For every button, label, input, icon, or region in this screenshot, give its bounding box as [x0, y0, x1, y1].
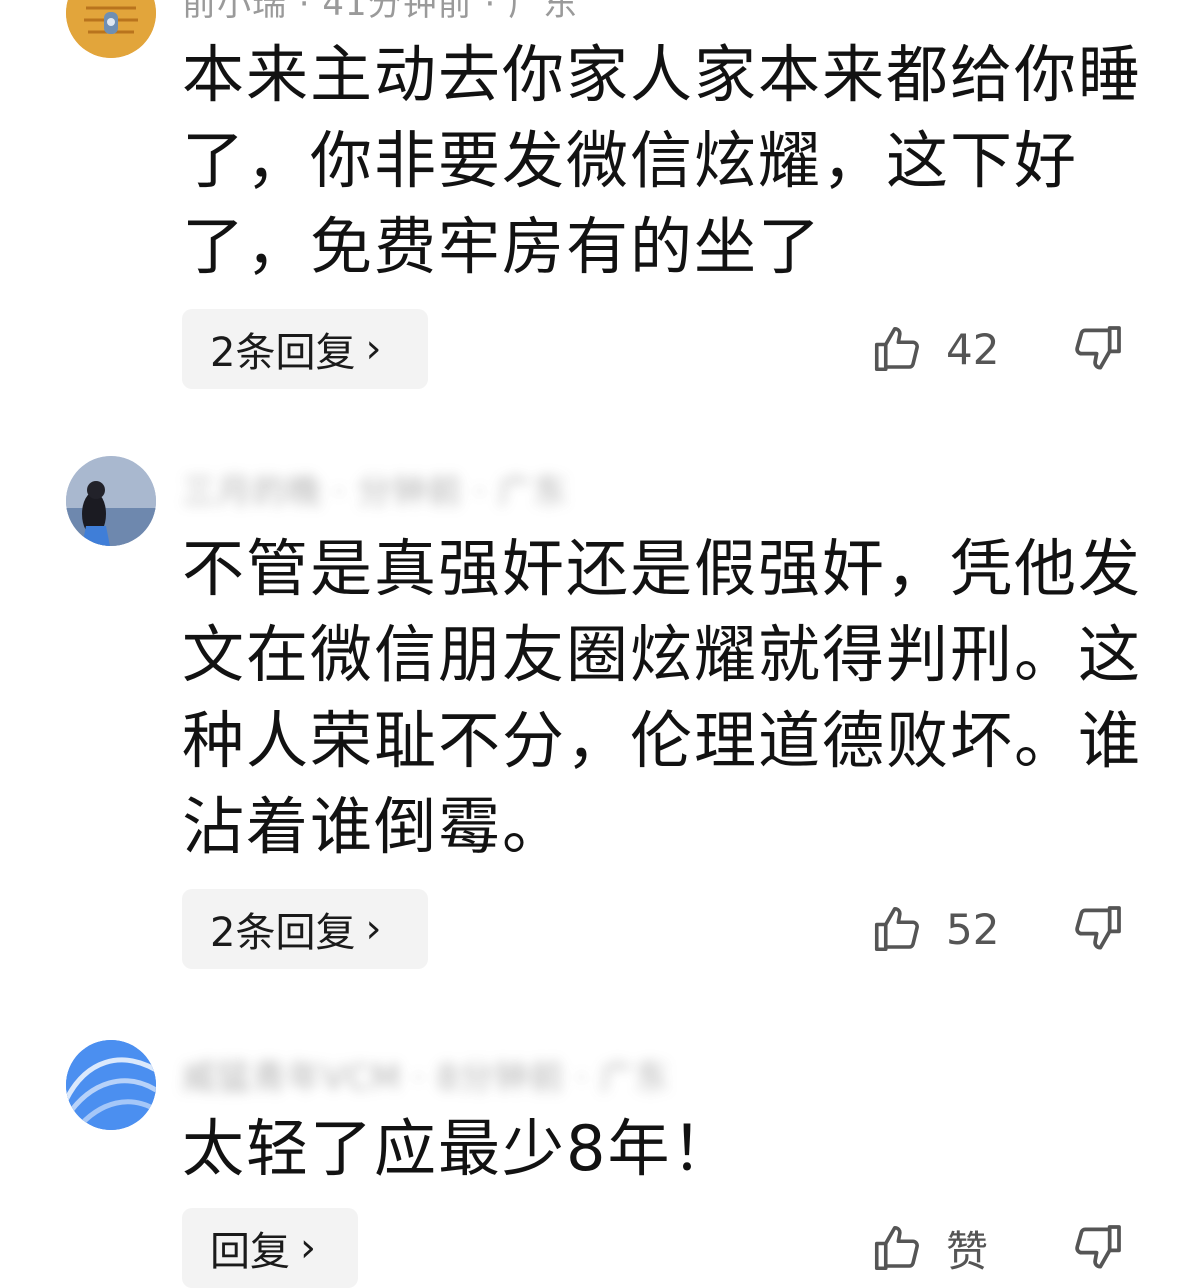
thumbs-down-icon: [1070, 1220, 1126, 1276]
avatar[interactable]: [66, 0, 156, 58]
like-label: 赞: [946, 1226, 989, 1276]
thumbs-up-icon: [870, 1221, 924, 1275]
comment-meta: 威猛青年VCM · 8分钟前 · 广东: [182, 1058, 670, 1098]
view-replies-button[interactable]: 2条回复 ›: [182, 309, 428, 389]
comment-item: 威猛青年VCM · 8分钟前 · 广东 太轻了应最少8年！ 回复 › 赞: [0, 1020, 1200, 1288]
view-replies-button[interactable]: 2条回复 ›: [182, 889, 428, 969]
like-button[interactable]: 52: [870, 889, 999, 969]
like-count: 42: [946, 324, 1000, 374]
dislike-button[interactable]: [1070, 309, 1126, 389]
comment-text: 太轻了应最少8年！: [182, 1112, 736, 1185]
thumbs-down-icon: [1070, 901, 1126, 957]
profile-photo-image: [66, 456, 156, 546]
pineapple-house-image: [66, 0, 156, 58]
dislike-button[interactable]: [1070, 1208, 1126, 1288]
thumbs-up-icon: [870, 902, 924, 956]
comment-meta: 前小瑞 · 41分钟前 · 广东: [182, 0, 579, 24]
reply-label: 回复: [210, 1229, 290, 1275]
comment-meta: 三月的晚 · 分钟前 · 广东: [182, 472, 568, 512]
reply-label: 2条回复: [210, 330, 356, 376]
chevron-right-icon: ›: [365, 906, 382, 952]
comment-item: 前小瑞 · 41分钟前 · 广东 本来主动去你家人家本来都给你睡了，你非要发微信…: [0, 0, 1200, 400]
chevron-right-icon: ›: [300, 1225, 316, 1271]
chevron-right-icon: ›: [365, 326, 382, 372]
avatar[interactable]: [66, 456, 156, 546]
thumbs-up-icon: [870, 322, 924, 376]
like-button[interactable]: 赞: [870, 1208, 988, 1288]
like-button[interactable]: 42: [870, 309, 999, 389]
dislike-button[interactable]: [1070, 889, 1126, 969]
reply-button[interactable]: 回复 ›: [182, 1208, 358, 1288]
thumbs-down-icon: [1070, 321, 1126, 377]
avatar[interactable]: [66, 1040, 156, 1130]
like-count: 52: [946, 904, 1000, 954]
wave-logo-image: [66, 1040, 156, 1130]
comment-text: 本来主动去你家人家本来都给你睡了，你非要发微信炫耀，这下好了，免费牢房有的坐了: [182, 38, 1143, 283]
comment-item: 三月的晚 · 分钟前 · 广东 不管是真强奸还是假强奸，凭他发文在微信朋友圈炫耀…: [0, 440, 1200, 1000]
comment-text: 不管是真强奸还是假强奸，凭他发文在微信朋友圈炫耀就得判刑。这种人荣耻不分，伦理道…: [182, 532, 1143, 863]
reply-label: 2条回复: [210, 910, 356, 956]
